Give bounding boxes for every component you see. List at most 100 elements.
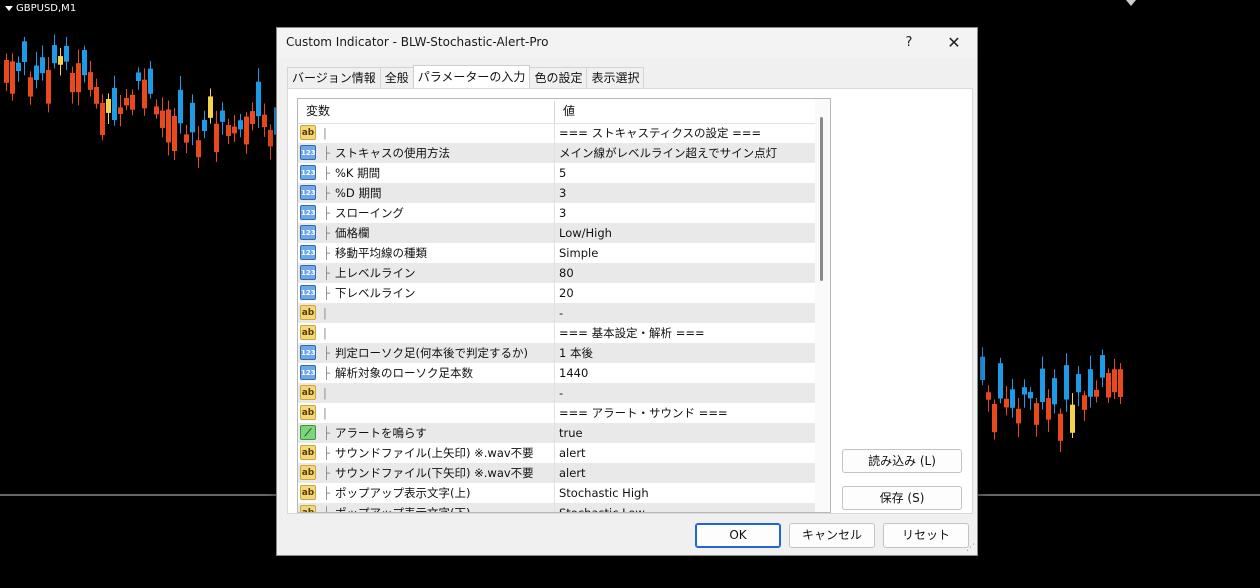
parameter-row[interactable]: ab ├ サウンドファイル(下矢印) ※.wav不要 alert [298, 463, 815, 483]
candle-body [112, 87, 117, 121]
parameter-name: ポップアップ表示文字(上) [335, 486, 471, 500]
candle-body [16, 62, 21, 72]
parameter-name: %K 期間 [335, 166, 381, 180]
candle-body [1004, 398, 1009, 408]
help-button[interactable]: ? [899, 33, 919, 53]
string-type-icon: ab [300, 505, 316, 512]
candle-body [142, 79, 147, 109]
parameter-row[interactable]: 123 ├ 下レベルライン 20 [298, 283, 815, 303]
column-divider [554, 443, 555, 463]
parameter-value[interactable]: 3 [559, 203, 566, 223]
parameter-row[interactable]: ab ├ ポップアップ表示文字(上) Stochastic High [298, 483, 815, 503]
candle-body [992, 403, 997, 433]
integer-type-icon: 123 [300, 165, 316, 180]
parameter-value[interactable]: 1440 [559, 363, 588, 383]
tree-connector: | [323, 406, 327, 420]
candle-body [130, 94, 135, 110]
tab-1[interactable]: 全般 [379, 67, 414, 88]
parameter-value[interactable]: 3 [559, 183, 566, 203]
parameter-value[interactable]: alert [559, 443, 586, 463]
candle-body [58, 56, 63, 65]
integer-type-icon: 123 [300, 225, 316, 240]
candle-body [106, 98, 111, 113]
tree-connector: ├ [323, 166, 330, 180]
parameter-row[interactable]: ab | === アラート・サウンド === [298, 403, 815, 423]
close-button[interactable]: ✕ [941, 33, 967, 53]
parameter-row[interactable]: 123 ├ 上レベルライン 80 [298, 263, 815, 283]
column-divider[interactable] [554, 101, 555, 123]
parameter-value[interactable]: === アラート・サウンド === [559, 403, 728, 423]
load-button[interactable]: 読み込み (L) [842, 449, 962, 473]
tab-2[interactable]: パラメーターの入力 [412, 65, 531, 88]
tab-4[interactable]: 表示選択 [586, 67, 645, 88]
parameter-row[interactable]: 123 ├ 移動平均線の種類 Simple [298, 243, 815, 263]
parameter-value[interactable]: メイン線がレベルライン超えでサイン点灯 [559, 143, 777, 163]
integer-type-icon: 123 [300, 285, 316, 300]
tree-connector: ├ [323, 486, 330, 500]
candle-body [100, 102, 105, 136]
vertical-scrollbar[interactable] [815, 99, 830, 512]
integer-type-icon: 123 [300, 245, 316, 260]
tree-connector: | [323, 326, 327, 340]
chart-shift-marker-icon[interactable] [1126, 0, 1136, 6]
parameter-value[interactable]: - [559, 303, 563, 323]
column-divider [554, 343, 555, 363]
column-divider [554, 423, 555, 443]
parameter-row[interactable]: ab | - [298, 383, 815, 403]
parameter-row[interactable]: ⟋ ├ アラートを鳴らす true [298, 423, 815, 443]
scrollbar-thumb[interactable] [820, 117, 823, 281]
candle-body [22, 41, 27, 62]
parameter-row[interactable]: ab ├ ポップアップ表示文字(下) Stochastic Low [298, 503, 815, 512]
candle-body [52, 45, 57, 64]
resize-grip-icon[interactable]: ⋰ [966, 544, 975, 553]
parameter-row[interactable]: 123 ├ 判定ローソク足(何本後で判定するか) 1 本後 [298, 343, 815, 363]
parameter-row[interactable]: 123 ├ スローイング 3 [298, 203, 815, 223]
parameter-value[interactable]: alert [559, 463, 586, 483]
column-header-variable[interactable]: 変数 [306, 99, 330, 123]
parameter-value[interactable]: 80 [559, 263, 574, 283]
parameter-row[interactable]: 123 ├ ストキャスの使用方法 メイン線がレベルライン超えでサイン点灯 [298, 143, 815, 163]
ok-button[interactable]: OK [695, 523, 781, 548]
parameter-value[interactable]: Simple [559, 243, 598, 263]
parameter-row[interactable]: ab | === 基本設定・解析 === [298, 323, 815, 343]
parameter-value[interactable]: === ストキャスティクスの設定 === [559, 123, 761, 143]
parameter-row[interactable]: 123 ├ 価格欄 Low/High [298, 223, 815, 243]
parameter-value[interactable]: - [559, 383, 563, 403]
parameter-row[interactable]: 123 ├ %K 期間 5 [298, 163, 815, 183]
candle-body [196, 140, 201, 158]
chart-symbol-label[interactable]: GBPUSD,M1 [5, 3, 76, 14]
parameter-row[interactable]: 123 ├ 解析対象のローソク足本数 1440 [298, 363, 815, 383]
tab-0[interactable]: バージョン情報 [287, 67, 381, 88]
save-button[interactable]: 保存 (S) [842, 486, 962, 510]
parameter-value[interactable]: Low/High [559, 223, 612, 243]
parameter-value[interactable]: true [559, 423, 583, 443]
parameter-row[interactable]: 123 ├ %D 期間 3 [298, 183, 815, 203]
parameter-row[interactable]: ab | === ストキャスティクスの設定 === [298, 123, 815, 143]
parameter-row[interactable]: ab | - [298, 303, 815, 323]
candle-body [166, 109, 171, 143]
tab-3[interactable]: 色の設定 [529, 67, 588, 88]
parameter-value[interactable]: === 基本設定・解析 === [559, 323, 705, 343]
candle-body [220, 110, 225, 122]
parameter-value[interactable]: 1 本後 [559, 343, 593, 363]
tree-connector: ├ [323, 446, 330, 460]
column-header-value[interactable]: 値 [563, 99, 575, 123]
parameter-row[interactable]: ab ├ サウンドファイル(上矢印) ※.wav不要 alert [298, 443, 815, 463]
tree-connector: ├ [323, 146, 330, 160]
parameter-name: 移動平均線の種類 [335, 246, 427, 260]
dialog-titlebar[interactable]: Custom Indicator - BLW-Stochastic-Alert-… [277, 28, 977, 58]
integer-type-icon: 123 [300, 205, 316, 220]
parameter-value[interactable]: Stochastic High [559, 483, 649, 503]
candle-body [190, 102, 195, 133]
tree-connector: ├ [323, 426, 330, 440]
parameter-value[interactable]: 20 [559, 283, 574, 303]
candle-body [28, 77, 33, 97]
parameter-value[interactable]: 5 [559, 163, 566, 183]
candle-body [1088, 369, 1093, 397]
parameter-name: 価格欄 [335, 226, 370, 240]
candle-body [1040, 368, 1045, 403]
reset-button[interactable]: リセット [883, 523, 969, 548]
cancel-button[interactable]: キャンセル [789, 523, 875, 548]
parameter-value[interactable]: Stochastic Low [559, 503, 645, 512]
parameter-name: 判定ローソク足(何本後で判定するか) [335, 346, 528, 360]
